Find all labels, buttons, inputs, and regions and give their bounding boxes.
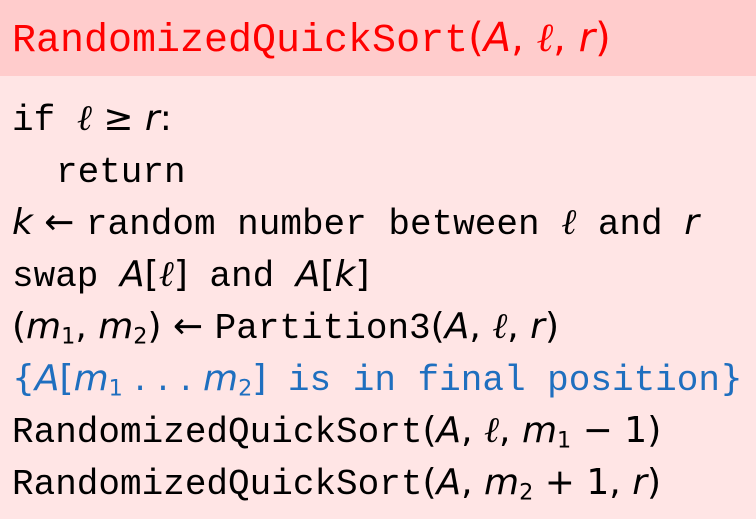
- keyword-return: return: [56, 152, 186, 193]
- var-k: k: [334, 254, 356, 295]
- bracket-open: [: [320, 254, 335, 295]
- comma: ,: [609, 462, 633, 503]
- var-r: r: [632, 462, 647, 503]
- var-m: m: [484, 462, 520, 503]
- title-function-name: RandomizedQuickSort: [12, 19, 469, 64]
- code-line-recurse-right: RandomizedQuickSort(A, m2 + 1, r): [12, 460, 661, 507]
- op-geq: ≥: [91, 98, 145, 139]
- comma: ,: [499, 410, 522, 451]
- comma: ,: [461, 462, 485, 503]
- title-arg-l: ℓ: [536, 15, 554, 61]
- text-and: and: [187, 256, 296, 297]
- plus-one: + 1: [533, 462, 610, 503]
- ellipsis: . . .: [122, 358, 203, 399]
- colon: :: [159, 98, 172, 139]
- var-l: ℓ: [492, 306, 508, 347]
- paren-close: ): [647, 410, 662, 451]
- paren-close: ): [647, 462, 662, 503]
- keyword-if: if: [12, 100, 56, 141]
- paren-open: (: [12, 306, 27, 347]
- title-close-paren: ): [595, 15, 611, 61]
- comma: ,: [469, 306, 493, 347]
- title-comma-2: ,: [553, 15, 579, 61]
- bracket-open: [: [144, 254, 159, 295]
- paren-open: (: [430, 306, 445, 347]
- code-line-swap: swap A[ℓ] and A[k]: [12, 252, 369, 299]
- minus-one: − 1: [571, 410, 648, 451]
- code-line-random: k ← random number between ℓ and r: [12, 200, 699, 247]
- title-open-paren: (: [468, 15, 484, 61]
- var-m: m: [521, 410, 558, 451]
- comma: ,: [75, 306, 99, 347]
- subscript-2: 2: [519, 479, 534, 506]
- brace-close: }: [720, 358, 743, 399]
- var-m: m: [98, 306, 134, 347]
- subscript-1: 1: [61, 323, 76, 350]
- var-a: A: [120, 254, 145, 295]
- var-a: A: [436, 462, 462, 503]
- var-a: A: [34, 358, 60, 399]
- comma: ,: [461, 410, 485, 451]
- function-randomized-quicksort: RandomizedQuickSort: [12, 412, 423, 453]
- var-a: A: [444, 306, 470, 347]
- text-and: and: [576, 204, 685, 245]
- bracket-close: ]: [252, 358, 267, 399]
- var-m: m: [202, 358, 239, 399]
- bracket-close: ]: [355, 254, 370, 295]
- var-l: ℓ: [158, 254, 174, 295]
- code-line-partition: (m1, m2) ← Partition3(A, ℓ, r): [12, 304, 559, 351]
- var-l: ℓ: [76, 98, 92, 139]
- var-m: m: [73, 358, 109, 399]
- var-k: k: [12, 202, 33, 243]
- paren-close: ): [544, 306, 559, 347]
- var-a: A: [295, 254, 321, 295]
- bracket-open: [: [59, 358, 74, 399]
- keyword-swap: swap: [12, 256, 121, 297]
- bracket-close: ]: [173, 254, 188, 295]
- var-r: r: [144, 98, 160, 139]
- var-m: m: [26, 306, 62, 347]
- var-r: r: [684, 202, 700, 243]
- var-l: ℓ: [484, 410, 500, 451]
- paren-open: (: [422, 410, 437, 451]
- comment-text: is in final position: [266, 360, 720, 401]
- function-partition3: Partition3: [214, 308, 431, 349]
- text-random-between: random number between: [85, 204, 540, 245]
- var-l: ℓ: [561, 202, 577, 243]
- paren-open: (: [422, 462, 437, 503]
- code-line-if: if ℓ ≥ r:: [12, 96, 172, 143]
- code-line-recurse-left: RandomizedQuickSort(A, ℓ, m1 − 1): [12, 408, 661, 455]
- var-r: r: [530, 306, 545, 347]
- comma: ,: [507, 306, 531, 347]
- subscript-1: 1: [108, 375, 123, 402]
- title-arg-a: A: [483, 15, 512, 61]
- code-line-return: return: [56, 148, 186, 195]
- var-a: A: [436, 410, 462, 451]
- title-arg-r: r: [578, 15, 596, 61]
- subscript-1: 1: [557, 427, 572, 454]
- paren-close: ): [147, 306, 162, 347]
- subscript-2: 2: [133, 323, 148, 350]
- arrow-assign: ←: [32, 202, 86, 243]
- subscript-2: 2: [238, 375, 253, 402]
- brace-open: {: [12, 358, 35, 399]
- title-comma-1: ,: [511, 15, 537, 61]
- code-line-comment: {A[m1 . . . m2] is in final position}: [12, 356, 743, 403]
- function-randomized-quicksort: RandomizedQuickSort: [12, 464, 423, 505]
- algorithm-title: RandomizedQuickSort(A, ℓ, r): [12, 12, 611, 68]
- arrow-assign: ←: [161, 306, 215, 347]
